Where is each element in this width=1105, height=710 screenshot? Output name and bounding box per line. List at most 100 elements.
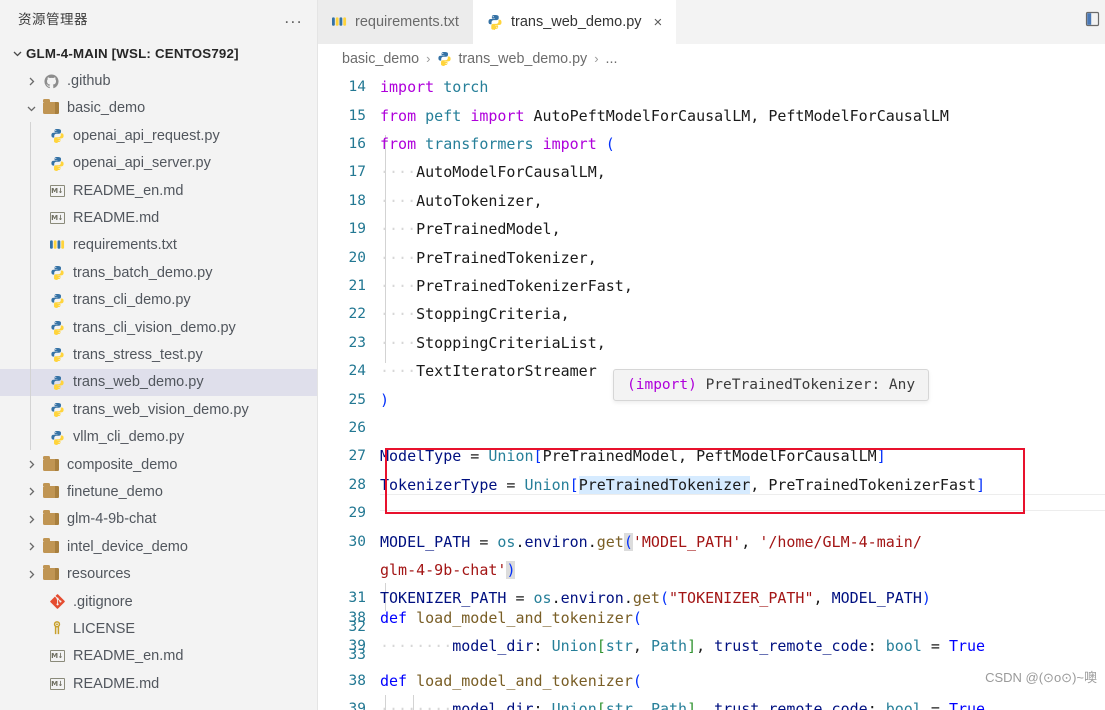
chevron-right-icon[interactable] [22, 541, 40, 552]
tree-item-license[interactable]: LICENSE [0, 615, 317, 642]
tree-item-trans-cli-demo[interactable]: trans_cli_demo.py [0, 287, 317, 314]
line-number: 38 [348, 610, 366, 627]
code-line[interactable]: 14 import torch [318, 73, 1105, 101]
tree-item-trans-stress-test[interactable]: trans_stress_test.py [0, 341, 317, 368]
line-number: 38 [348, 673, 366, 690]
chevron-right-icon[interactable] [22, 486, 40, 497]
code-line[interactable]: 26 [318, 414, 1105, 442]
tree-item-resources[interactable]: resources [0, 560, 317, 587]
code-line-wrapped[interactable]: glm-4-9b-chat') [318, 556, 1105, 584]
folder-icon [40, 565, 62, 581]
folder-icon [40, 482, 62, 498]
code-line[interactable]: 19 ····PreTrainedModel, [318, 215, 1105, 243]
line-content: ········model_dir: Union[str, Path], tru… [380, 637, 986, 656]
code-line[interactable]: 22 ····StoppingCriteria, [318, 300, 1105, 328]
line-content: ····PreTrainedTokenizer, [380, 248, 597, 267]
editor-group: requirements.txt trans_web_demo.py × bas… [318, 0, 1105, 710]
python-icon [487, 14, 503, 30]
tree-item-label: composite_demo [67, 456, 178, 473]
code-line[interactable]: 20 ····PreTrainedTokenizer, [318, 243, 1105, 271]
tree-item-composite-demo[interactable]: composite_demo [0, 451, 317, 478]
line-content: MODEL_PATH = os.environ.get('MODEL_PATH'… [380, 532, 922, 551]
line-content: import torch [380, 78, 489, 97]
file-tree: GLM-4-MAIN [WSL: CENTOS792] .github basi… [0, 36, 317, 697]
code-line-39[interactable]: 39 ········model_dir: Union[str, Path], … [318, 695, 1105, 710]
tooltip-keyword: (import) [627, 377, 697, 393]
tab-label: requirements.txt [355, 14, 459, 30]
code-line[interactable]: 18 ····AutoTokenizer, [318, 187, 1105, 215]
chevron-right-icon[interactable] [22, 459, 40, 470]
chevron-down-icon[interactable] [8, 48, 26, 59]
tab-requirements-txt[interactable]: requirements.txt [318, 0, 473, 44]
python-icon [46, 293, 68, 308]
tree-item-label: openai_api_request.py [73, 127, 220, 144]
code-line[interactable]: 30 MODEL_PATH = os.environ.get('MODEL_PA… [318, 527, 1105, 555]
code-line[interactable]: 29 [318, 499, 1105, 527]
line-number: 22 [348, 306, 366, 323]
folder-icon [40, 537, 62, 553]
code-line[interactable]: 17 ····AutoModelForCausalLM, [318, 158, 1105, 186]
tree-item-readme-en-root[interactable]: M↓ README_en.md [0, 643, 317, 670]
line-number: 19 [348, 221, 366, 238]
line-number: 20 [348, 249, 366, 266]
tree-root-item[interactable]: GLM-4-MAIN [WSL: CENTOS792] [0, 40, 317, 67]
explorer-more-actions-icon[interactable]: ... [284, 9, 303, 26]
pip-icon [332, 16, 347, 28]
tree-item-readme-root[interactable]: M↓ README.md [0, 670, 317, 697]
tree-item-trans-web-demo[interactable]: trans_web_demo.py [0, 368, 317, 397]
tree-item-github[interactable]: .github [0, 67, 317, 94]
tree-item-basic-demo[interactable]: basic_demo [0, 95, 317, 122]
tree-item-glm-4-9b-chat[interactable]: glm-4-9b-chat [0, 506, 317, 533]
tree-item-trans-web-vision-demo[interactable]: trans_web_vision_demo.py [0, 396, 317, 423]
line-content: ········model_dir: Union[str, Path], tru… [380, 700, 986, 710]
tree-item-trans-cli-vision-demo[interactable]: trans_cli_vision_demo.py [0, 314, 317, 341]
python-icon [46, 156, 68, 171]
explorer-header: 资源管理器 ... [0, 0, 317, 36]
tree-item-gitignore[interactable]: .gitignore [0, 588, 317, 615]
breadcrumb: basic_demo › trans_web_demo.py › ... [318, 44, 1105, 73]
line-content: ····StoppingCriteria, [380, 305, 570, 324]
tree-item-label: trans_web_demo.py [73, 374, 204, 391]
tree-item-openai-api-server[interactable]: openai_api_server.py [0, 150, 317, 177]
pip-icon [46, 239, 68, 251]
split-editor-icon[interactable] [1083, 11, 1101, 28]
chevron-down-icon[interactable] [22, 103, 40, 114]
tab-trans-web-demo-py[interactable]: trans_web_demo.py × [472, 0, 677, 44]
tree-item-requirements-txt[interactable]: requirements.txt [0, 232, 317, 259]
tree-item-readme-md[interactable]: M↓ README.md [0, 204, 317, 231]
tree-item-finetune-demo[interactable]: finetune_demo [0, 478, 317, 505]
line-content: def load_model_and_tokenizer( [380, 609, 642, 628]
tree-item-readme-en-md[interactable]: M↓ README_en.md [0, 177, 317, 204]
code-line[interactable]: 21 ····PreTrainedTokenizerFast, [318, 272, 1105, 300]
python-icon [46, 128, 68, 144]
breadcrumb-item-file[interactable]: trans_web_demo.py [437, 51, 587, 67]
chevron-right-icon[interactable] [22, 76, 40, 87]
line-number: 16 [348, 135, 366, 152]
tree-root-label: GLM-4-MAIN [WSL: CENTOS792] [26, 46, 239, 62]
breadcrumb-label: basic_demo [342, 50, 420, 67]
line-number: 17 [348, 164, 366, 181]
code-line[interactable]: 38 def load_model_and_tokenizer( [318, 604, 1105, 632]
tree-item-label: README_en.md [73, 648, 184, 665]
code-line[interactable]: 39 ········model_dir: Union[str, Path], … [318, 632, 1105, 660]
code-line[interactable]: 28 TokenizerType = Union[PreTrainedToken… [318, 471, 1105, 499]
breadcrumb-item-symbol[interactable]: ... [606, 51, 618, 67]
folder-icon [40, 510, 62, 526]
close-icon[interactable]: × [654, 15, 663, 30]
code-line[interactable]: 27 ModelType = Union[PreTrainedModel, Pe… [318, 442, 1105, 470]
tree-item-vllm-cli-demo[interactable]: vllm_cli_demo.py [0, 423, 317, 450]
tree-item-trans-batch-demo[interactable]: trans_batch_demo.py [0, 259, 317, 286]
tree-item-label: trans_web_vision_demo.py [73, 401, 249, 418]
code-line[interactable]: 15 from peft import AutoPeftModelForCaus… [318, 101, 1105, 129]
explorer-title: 资源管理器 [18, 12, 88, 27]
breadcrumb-label: ... [605, 50, 618, 67]
code-line[interactable]: 23 ····StoppingCriteriaList, [318, 329, 1105, 357]
tree-item-intel-device-demo[interactable]: intel_device_demo [0, 533, 317, 560]
watermark: CSDN @(⊙o⊙)~噢 [985, 670, 1097, 685]
code-line[interactable]: 16 from transformers import ( [318, 130, 1105, 158]
tree-item-openai-api-request[interactable]: openai_api_request.py [0, 122, 317, 149]
breadcrumb-item-folder[interactable]: basic_demo [342, 51, 419, 67]
tree-item-label: basic_demo [67, 100, 146, 117]
chevron-right-icon[interactable] [22, 569, 40, 580]
chevron-right-icon[interactable] [22, 514, 40, 525]
